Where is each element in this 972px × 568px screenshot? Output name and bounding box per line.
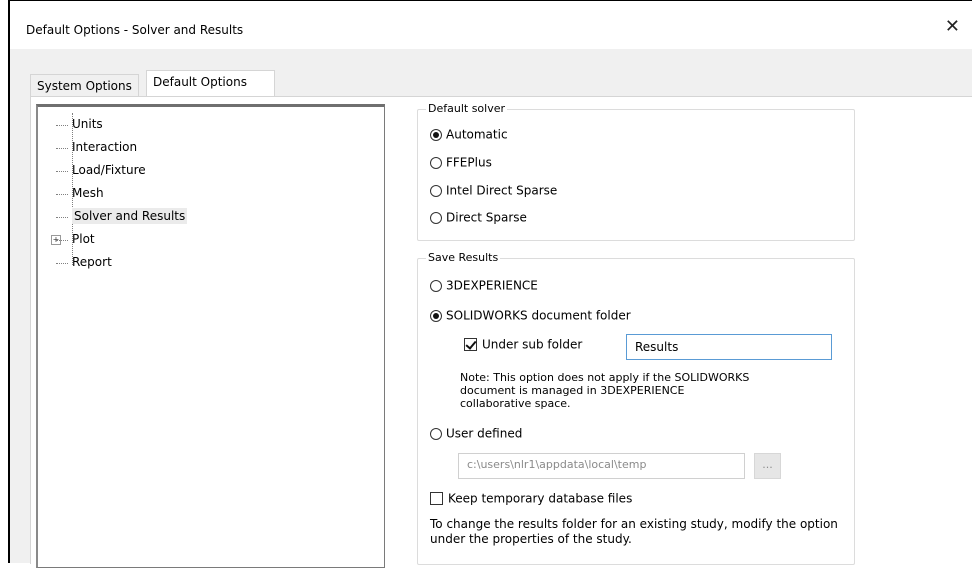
close-icon[interactable]: ✕ <box>945 17 960 37</box>
radio-icon <box>430 211 442 224</box>
radio-icon <box>430 427 442 440</box>
tree-item-label: Load/Fixture <box>72 163 146 177</box>
radio-3dexperience[interactable]: 3DEXPERIENCE <box>430 275 538 295</box>
dialog-client: System Options Default Options Units Int… <box>10 49 972 568</box>
radio-automatic[interactable]: Automatic <box>430 124 508 144</box>
tree-item-label: Solver and Results <box>72 208 188 224</box>
tree-item-label: Units <box>72 117 103 131</box>
tree-item-label: Mesh <box>72 186 104 200</box>
sub-folder-input[interactable]: Results <box>626 334 832 360</box>
default-solver-group: Default solver Automatic FFEPlus Intel D… <box>417 102 855 241</box>
tree-item-label: Plot <box>72 232 95 246</box>
tree-item-solver-and-results[interactable]: Solver and Results <box>54 205 188 228</box>
tree-item-plot[interactable]: + Plot <box>51 228 187 251</box>
radio-icon <box>430 279 442 292</box>
tree-list: Units Interaction Load/Fixture Mesh Solv… <box>51 113 188 274</box>
document-folder-note: Note: This option does not apply if the … <box>460 371 750 410</box>
tree-item-load-fixture[interactable]: Load/Fixture <box>54 159 187 182</box>
browse-button[interactable]: ... <box>754 453 781 479</box>
group-title: Default solver <box>426 102 508 116</box>
tree-item-units[interactable]: Units <box>54 113 187 136</box>
radio-user-defined[interactable]: User defined <box>430 423 522 443</box>
radio-ffeplus[interactable]: FFEPlus <box>430 152 492 172</box>
radio-icon <box>430 156 442 169</box>
checkbox-icon <box>430 492 443 505</box>
title-bar: Default Options - Solver and Results ✕ <box>10 1 972 49</box>
user-defined-path-input[interactable]: c:\users\nlr1\appdata\local\temp <box>458 453 745 479</box>
keep-temporary-files-checkbox[interactable]: Keep temporary database files <box>430 488 632 508</box>
radio-solidworks-document-folder[interactable]: SOLIDWORKS document folder <box>430 305 631 325</box>
radio-selected-icon <box>430 309 442 322</box>
save-results-group: Save Results 3DEXPERIENCE SOLIDWORKS doc… <box>417 251 855 565</box>
radio-icon <box>430 184 442 197</box>
tab-default-options[interactable]: Default Options <box>146 70 275 97</box>
group-title: Save Results <box>426 251 501 265</box>
tab-system-options[interactable]: System Options <box>30 74 139 96</box>
tree-item-label: Interaction <box>72 140 138 154</box>
results-folder-help-text: To change the results folder for an exis… <box>430 517 838 546</box>
tree-item-mesh[interactable]: Mesh <box>54 182 187 205</box>
tab-panel: Units Interaction Load/Fixture Mesh Solv… <box>30 96 972 568</box>
radio-direct-sparse[interactable]: Direct Sparse <box>430 207 527 227</box>
checkbox-checked-icon <box>464 338 477 351</box>
tree-item-interaction[interactable]: Interaction <box>54 136 187 159</box>
radio-selected-icon <box>430 128 442 141</box>
under-sub-folder-checkbox[interactable]: Under sub folder <box>464 334 582 354</box>
tree-item-report[interactable]: Report <box>54 251 187 274</box>
radio-intel-direct-sparse[interactable]: Intel Direct Sparse <box>430 180 557 200</box>
window-title: Default Options - Solver and Results <box>26 23 244 37</box>
tree-item-label: Report <box>72 255 112 269</box>
options-tree[interactable]: Units Interaction Load/Fixture Mesh Solv… <box>36 104 385 568</box>
